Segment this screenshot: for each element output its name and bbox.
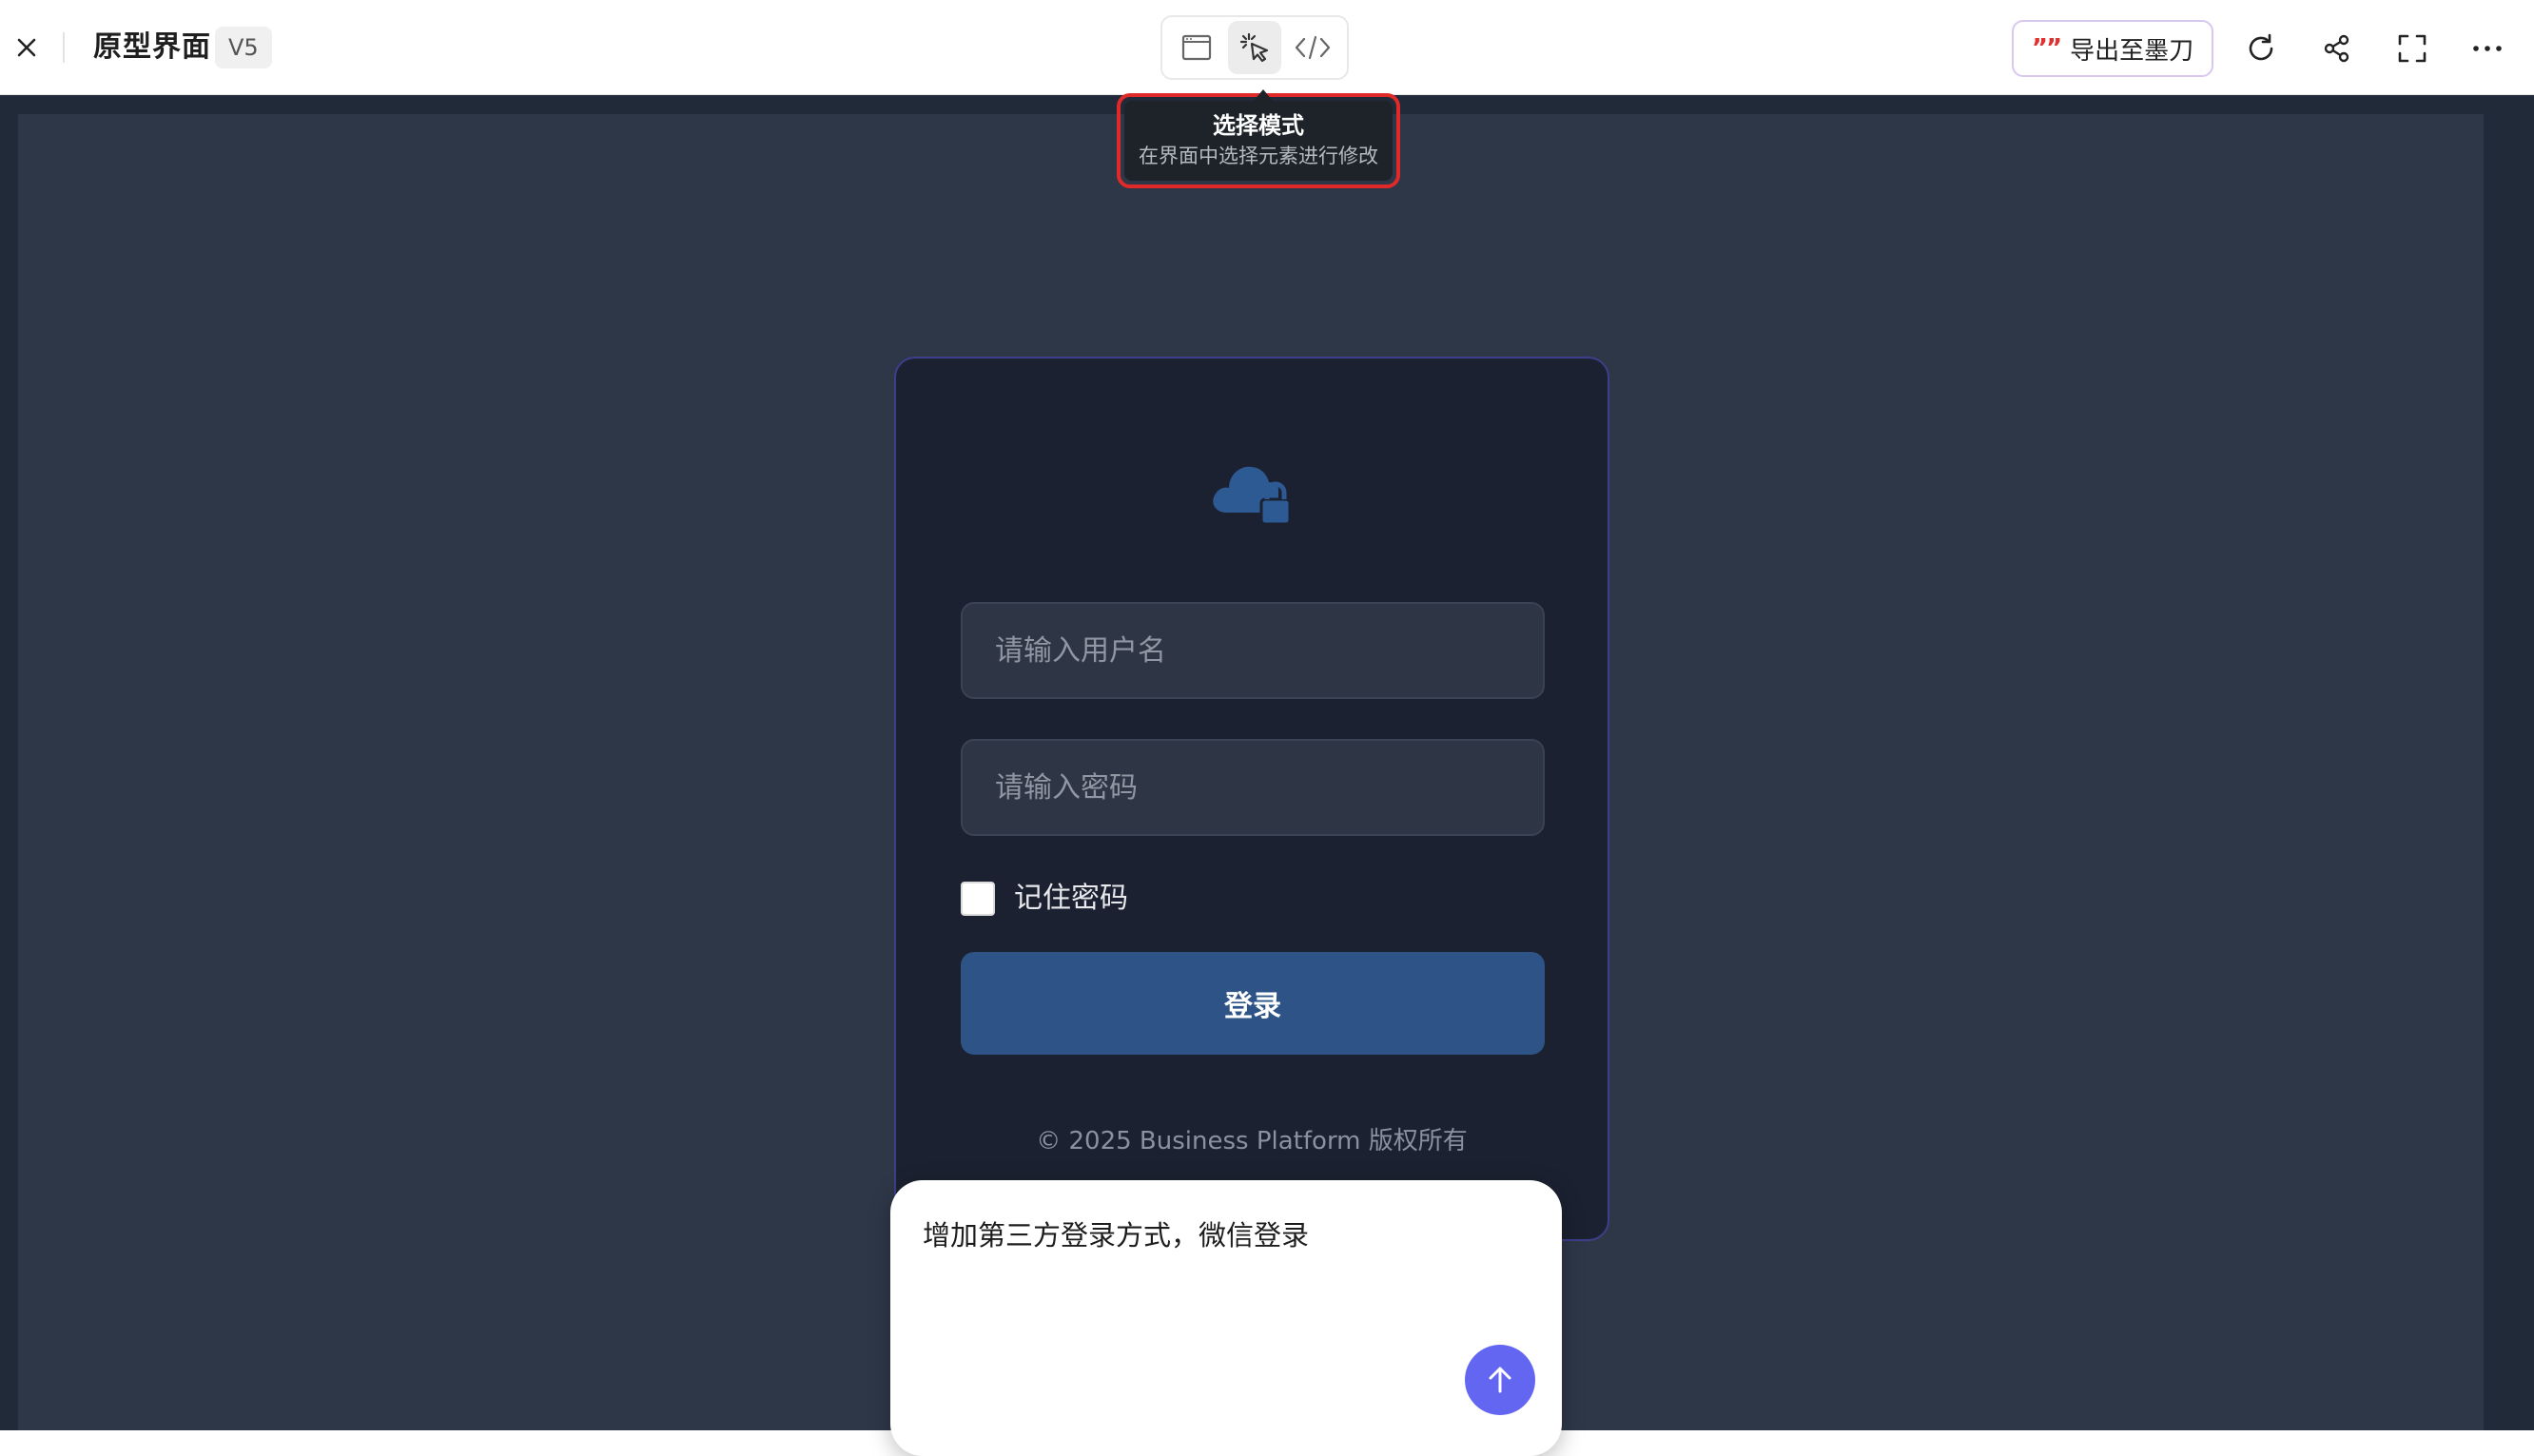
top-bar: 原型界面 V5 ”” 导出至墨刀 [0, 0, 2534, 95]
login-card: 记住密码 登录 © 2025 Business Platform 版权所有 [894, 357, 1609, 1241]
tooltip-title: 选择模式 [1213, 112, 1304, 139]
tooltip-arrow [1254, 89, 1273, 101]
export-label: 导出至墨刀 [2070, 36, 2194, 66]
code-icon [1295, 35, 1330, 60]
refresh-button[interactable] [2237, 25, 2285, 72]
tooltip-highlight: 选择模式 在界面中选择元素进行修改 [1117, 89, 1400, 188]
select-mode-button[interactable] [1227, 21, 1281, 74]
close-button[interactable] [8, 29, 46, 67]
more-icon [2473, 46, 2502, 51]
copyright-text: © 2025 Business Platform 版权所有 [1036, 1127, 1468, 1155]
code-mode-button[interactable] [1286, 21, 1339, 74]
tooltip-description: 在界面中选择元素进行修改 [1139, 145, 1378, 167]
password-input[interactable] [961, 739, 1545, 836]
select-mode-tooltip: 选择模式 在界面中选择元素进行修改 [1124, 89, 1393, 181]
fullscreen-icon [2398, 34, 2427, 63]
divider [63, 32, 65, 63]
remember-checkbox[interactable] [961, 882, 995, 916]
close-icon [17, 38, 36, 57]
username-input[interactable] [961, 602, 1545, 699]
version-badge[interactable]: V5 [215, 27, 272, 68]
cloud-lock-icon [1213, 466, 1292, 526]
export-button[interactable]: ”” 导出至墨刀 [2012, 20, 2213, 77]
refresh-icon [2249, 33, 2273, 61]
remember-label: 记住密码 [1014, 882, 1128, 915]
login-button[interactable]: 登录 [961, 952, 1545, 1055]
page-title: 原型界面 [93, 30, 211, 64]
more-button[interactable] [2464, 25, 2511, 72]
chat-input-box[interactable]: 增加第三方登录方式，微信登录 [890, 1180, 1562, 1456]
share-icon [2324, 34, 2349, 63]
remember-password[interactable]: 记住密码 [961, 880, 1128, 918]
arrow-up-icon [1489, 1367, 1511, 1393]
chat-message-text[interactable]: 增加第三方登录方式，微信登录 [923, 1216, 1309, 1254]
mode-switch [1160, 15, 1349, 80]
send-button[interactable] [1465, 1345, 1535, 1415]
preview-mode-button[interactable] [1170, 21, 1223, 74]
modao-logo-icon: ”” [2031, 34, 2062, 63]
fullscreen-button[interactable] [2388, 25, 2436, 72]
share-button[interactable] [2313, 25, 2361, 72]
cursor-click-icon [1239, 32, 1269, 63]
window-icon [1182, 34, 1212, 61]
